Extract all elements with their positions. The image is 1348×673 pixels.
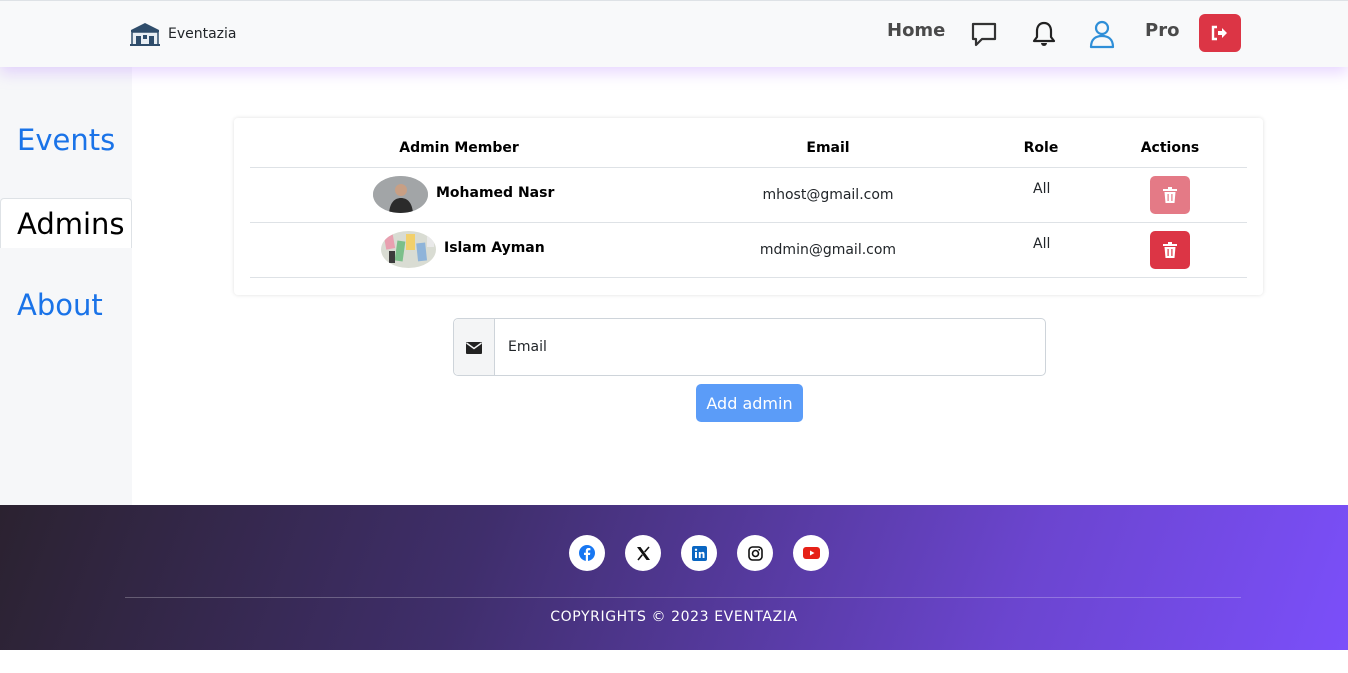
linkedin-icon[interactable] (681, 535, 717, 571)
nav-home-link[interactable]: Home (887, 20, 945, 41)
bell-icon[interactable] (1029, 19, 1059, 49)
admin-role: All (1033, 236, 1051, 252)
admin-role: All (1033, 181, 1051, 197)
footer-divider (125, 597, 1241, 598)
sidebar-item-label: Admins (17, 207, 125, 241)
column-header-actions: Actions (1140, 140, 1200, 156)
delete-admin-button[interactable] (1150, 176, 1190, 214)
admin-email: mhost@gmail.com (762, 187, 894, 203)
admin-name: Mohamed Nasr (436, 185, 555, 201)
instagram-icon[interactable] (737, 535, 773, 571)
brand-logo-icon (130, 23, 160, 46)
trash-icon (1163, 187, 1177, 203)
brand-name: Eventazia (168, 26, 237, 42)
add-admin-button[interactable]: Add admin (696, 384, 803, 422)
sidebar-item-about[interactable]: About (17, 288, 103, 322)
add-admin-input-group (453, 318, 1046, 376)
email-input[interactable] (496, 319, 1044, 375)
trash-icon (1163, 242, 1177, 258)
admin-name: Islam Ayman (444, 240, 545, 256)
avatar (381, 231, 436, 268)
footer: COPYRIGHTS © 2023 EVENTAZIA (0, 505, 1348, 650)
brand[interactable]: Eventazia (129, 21, 237, 47)
column-header-admin-member: Admin Member (399, 140, 519, 156)
delete-admin-button[interactable] (1150, 231, 1190, 269)
admin-email: mdmin@gmail.com (759, 242, 897, 258)
top-navbar: Eventazia Home Pro (0, 0, 1348, 67)
sidebar: Events Admins About (0, 67, 132, 505)
user-icon[interactable] (1087, 19, 1117, 49)
column-header-role: Role (1023, 140, 1059, 156)
chat-icon[interactable] (969, 19, 999, 49)
envelope-icon (454, 319, 495, 375)
avatar (373, 176, 428, 213)
copyright-text: COPYRIGHTS © 2023 EVENTAZIA (550, 609, 798, 625)
nav-pro-link[interactable]: Pro (1145, 20, 1179, 41)
x-icon[interactable] (625, 535, 661, 571)
sidebar-item-events[interactable]: Events (17, 123, 115, 157)
column-header-email: Email (806, 140, 850, 156)
table-divider (250, 167, 1247, 168)
table-divider (250, 222, 1247, 223)
sidebar-item-admins[interactable]: Admins (0, 198, 132, 248)
table-divider (250, 277, 1247, 278)
logout-button[interactable] (1199, 14, 1241, 52)
youtube-icon[interactable] (793, 535, 829, 571)
logout-icon (1211, 25, 1227, 41)
facebook-icon[interactable] (569, 535, 605, 571)
